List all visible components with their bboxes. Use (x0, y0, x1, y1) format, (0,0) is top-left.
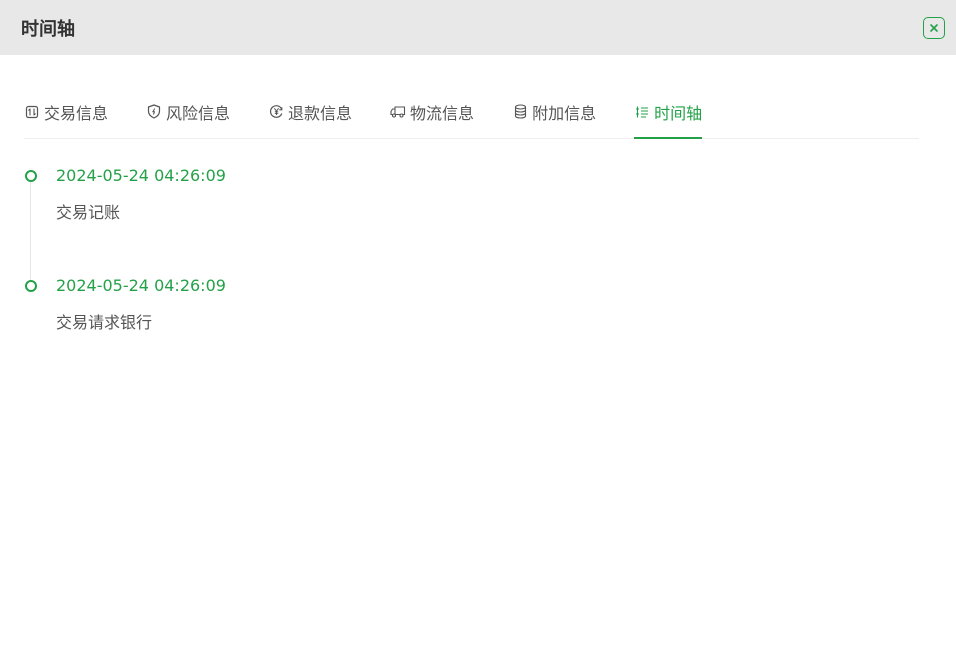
tab-bar: 交易信息 风险信息 退款信息 物流信息 附加信息 时间轴 (24, 85, 919, 139)
tab-transaction-info[interactable]: 交易信息 (24, 85, 108, 138)
tab-logistics-info[interactable]: 物流信息 (390, 85, 474, 138)
dialog-title: 时间轴 (21, 18, 75, 40)
timeline-dialog: 时间轴 交易信息 风险信息 退款信息 物流信息 附加信息 时间轴 2024-05… (0, 0, 956, 645)
tab-label: 退款信息 (288, 103, 353, 123)
dialog-header: 时间轴 (0, 0, 956, 55)
timeline-timestamp: 2024-05-24 04:26:09 (56, 166, 226, 185)
timeline-item: 2024-05-24 04:26:09 交易请求银行 (24, 270, 919, 380)
tab-additional-info[interactable]: 附加信息 (512, 85, 596, 138)
tab-risk-info[interactable]: 风险信息 (146, 85, 230, 138)
timeline-dot (25, 280, 37, 292)
tab-label: 附加信息 (532, 103, 597, 123)
tab-label: 物流信息 (410, 103, 475, 123)
close-icon (930, 23, 938, 32)
timeline-dot (25, 170, 37, 182)
database-icon (512, 104, 528, 120)
timeline-event: 交易请求银行 (56, 313, 153, 332)
truck-icon (390, 104, 406, 120)
tab-refund-info[interactable]: 退款信息 (268, 85, 352, 138)
transaction-icon (24, 104, 40, 120)
close-button[interactable] (923, 16, 945, 39)
tab-label: 时间轴 (654, 103, 703, 123)
tab-label: 交易信息 (44, 103, 109, 123)
shield-icon (146, 104, 162, 120)
yen-refund-icon (268, 104, 284, 120)
tab-label: 风险信息 (166, 103, 231, 123)
timeline-event: 交易记账 (56, 203, 121, 222)
timeline-timestamp: 2024-05-24 04:26:09 (56, 276, 226, 295)
timeline: 2024-05-24 04:26:09 交易记账 2024-05-24 04:2… (24, 160, 919, 380)
timeline-item: 2024-05-24 04:26:09 交易记账 (24, 160, 919, 286)
tab-timeline[interactable]: 时间轴 (634, 85, 703, 139)
timeline-list-icon (634, 104, 650, 120)
